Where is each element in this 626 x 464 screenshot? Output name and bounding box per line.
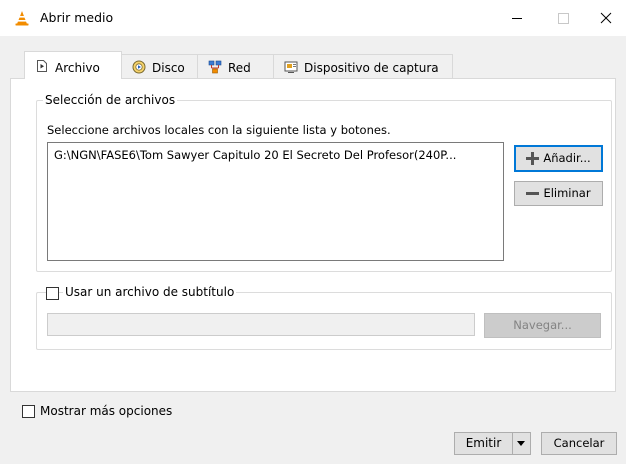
minimize-button[interactable] [494,0,540,36]
file-icon [37,60,47,72]
subtitle-checkbox-label[interactable]: Usar un archivo de subtítulo [63,285,237,299]
minus-icon [526,192,540,195]
tab-red[interactable]: Red [197,54,274,79]
tab-disco-label: Disco [152,61,185,75]
cancel-button-label: Cancelar [553,436,605,450]
more-options-label[interactable]: Mostrar más opciones [40,404,172,418]
capture-device-icon [284,61,298,73]
minimize-icon [512,18,522,19]
disc-icon [132,60,146,74]
close-icon [600,12,612,24]
maximize-button[interactable] [540,0,586,36]
cancel-button[interactable]: Cancelar [541,432,617,455]
list-item[interactable]: G:\NGN\FASE6\Tom Sawyer Capitulo 20 El S… [54,148,496,162]
subtitle-checkbox[interactable] [46,287,59,300]
tab-dispositivo-captura-label: Dispositivo de captura [304,61,439,75]
window-title: Abrir medio [40,10,114,25]
emit-button[interactable]: Emitir [454,432,513,455]
tab-archivo[interactable]: Archivo [24,51,122,79]
emit-dropdown-button[interactable] [512,432,531,455]
plus-icon [526,152,540,165]
emit-button-label: Emitir [465,436,502,450]
chevron-down-icon [517,441,525,446]
browse-button-label: Navegar... [513,318,572,332]
tab-archivo-label: Archivo [55,61,100,75]
vlc-cone-icon [15,11,29,26]
maximize-icon [558,13,569,24]
tab-red-label: Red [228,61,251,75]
tab-dispositivo-captura[interactable]: Dispositivo de captura [273,54,453,79]
add-file-label: Añadir... [543,151,591,165]
remove-file-label: Eliminar [543,186,591,200]
file-selection-hint: Seleccione archivos locales con la sigui… [47,123,391,137]
subtitle-path-input[interactable] [47,313,475,336]
file-list[interactable]: G:\NGN\FASE6\Tom Sawyer Capitulo 20 El S… [47,142,504,261]
more-options-checkbox[interactable] [22,405,35,418]
network-icon [208,60,222,74]
close-button[interactable] [586,0,626,36]
browse-button[interactable]: Navegar... [484,313,601,338]
remove-file-button[interactable]: Eliminar [514,181,603,206]
add-file-button[interactable]: Añadir... [514,145,603,172]
title-bar: Abrir medio [0,0,626,36]
file-selection-title: Selección de archivos [43,93,178,107]
tab-disco[interactable]: Disco [121,54,198,79]
